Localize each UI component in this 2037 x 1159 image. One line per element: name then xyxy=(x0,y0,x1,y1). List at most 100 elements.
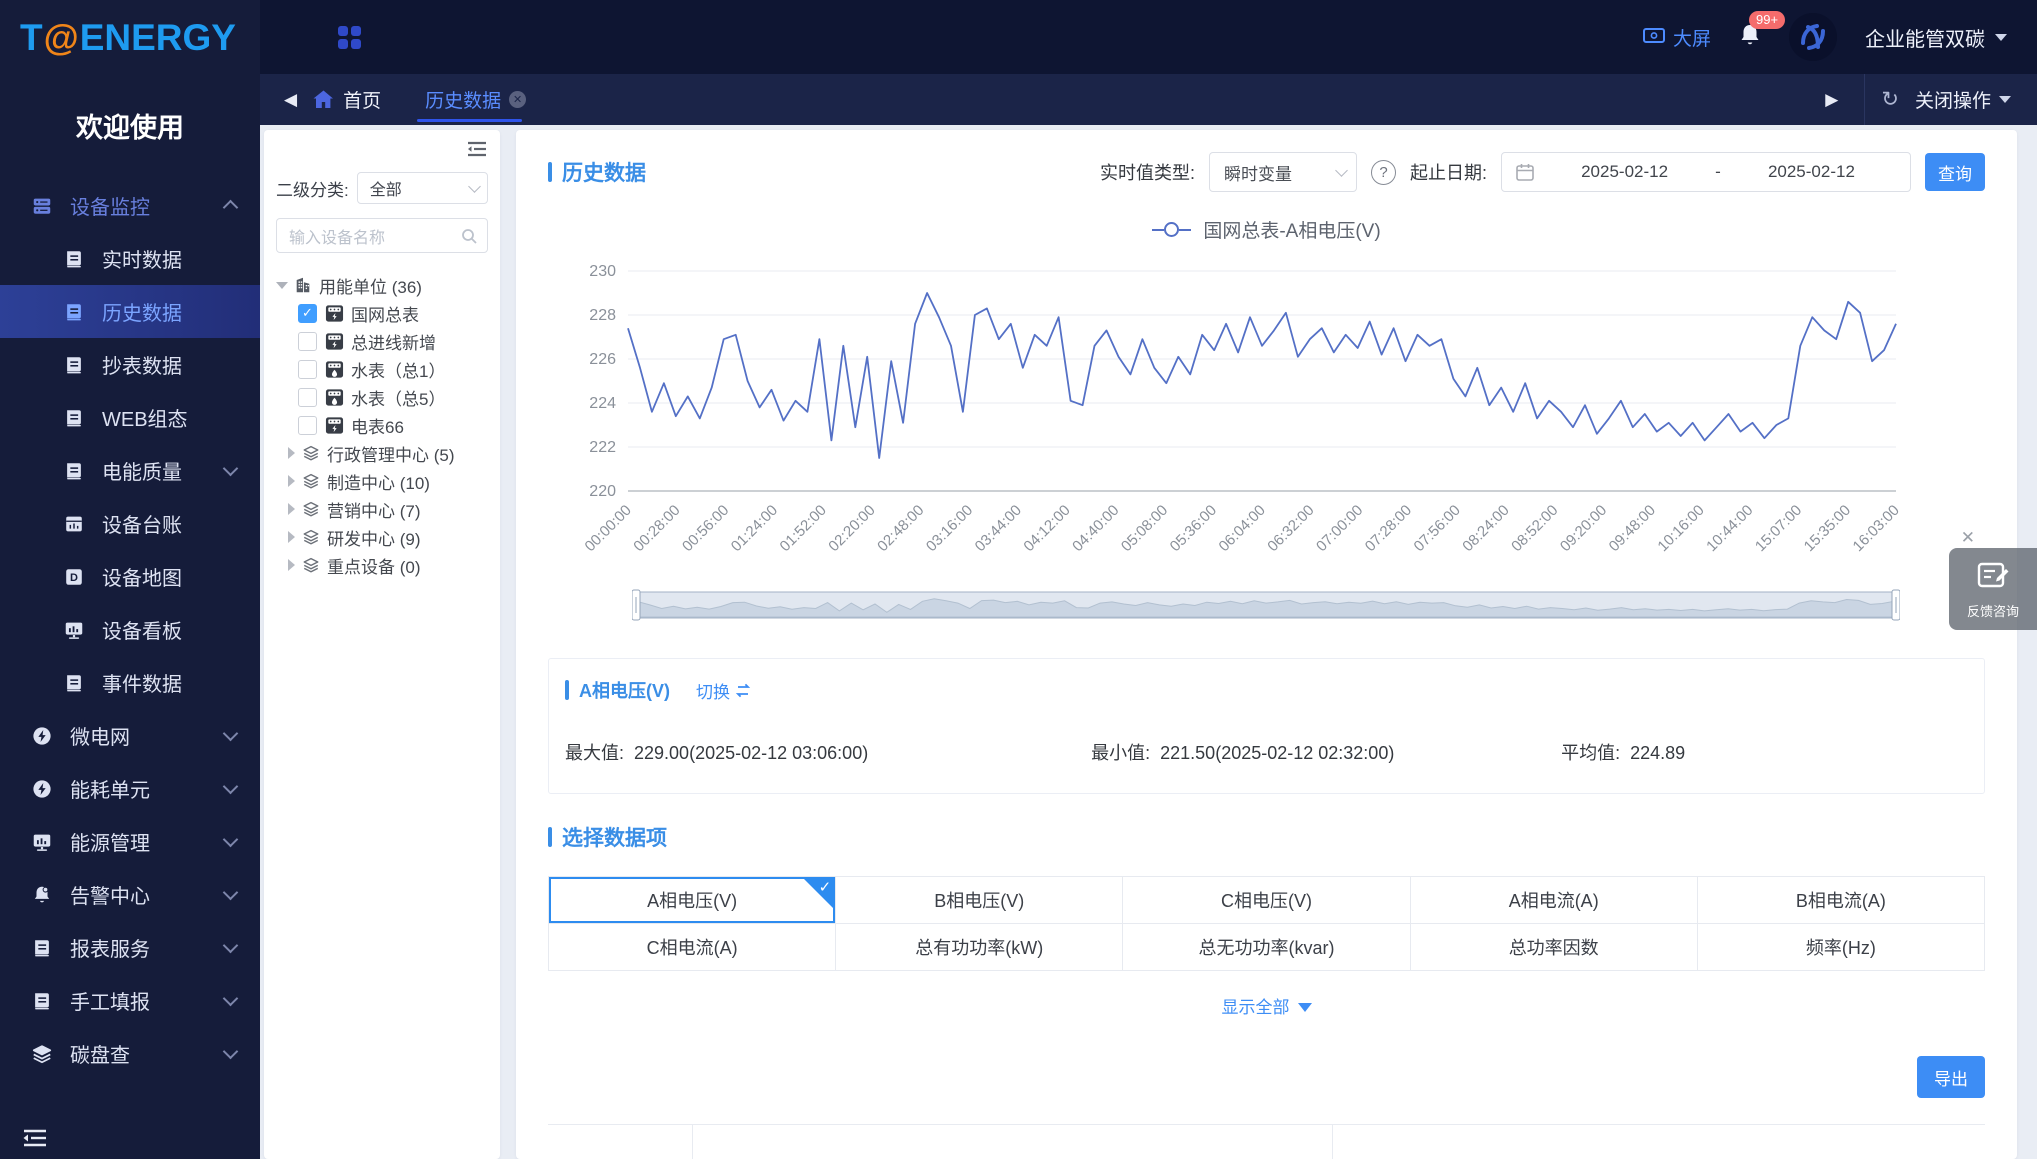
sidebar-collapse-icon[interactable] xyxy=(22,1127,48,1149)
data-item-cell-9[interactable]: 频率(Hz)✓ xyxy=(1698,924,1985,971)
book-icon xyxy=(30,936,54,960)
svg-text:09:20:00: 09:20:00 xyxy=(1557,502,1610,555)
tab-strip: ◀ 首页 历史数据 ✕ ▶ ↻ 关闭操作 xyxy=(260,74,2037,125)
notification-badge: 99+ xyxy=(1749,11,1785,29)
data-item-cell-2[interactable]: C相电压(V)✓ xyxy=(1123,877,1410,924)
svg-text:224: 224 xyxy=(589,395,616,412)
data-item-cell-7[interactable]: 总无功功率(kvar)✓ xyxy=(1123,924,1410,971)
chevron-down-icon xyxy=(223,779,239,795)
switch-metric-link[interactable]: 切换 xyxy=(696,678,751,703)
sidebar: T@ENERGY 欢迎使用 设备监控实时数据历史数据抄表数据WEB组态电能质量设… xyxy=(0,0,260,1159)
svg-text:00:56:00: 00:56:00 xyxy=(679,502,732,555)
data-item-cell-1[interactable]: B相电压(V)✓ xyxy=(836,877,1123,924)
close-operations-dropdown[interactable]: 关闭操作 xyxy=(1915,86,2011,113)
layers-icon xyxy=(302,444,320,462)
device-search-placeholder: 输入设备名称 xyxy=(289,224,461,248)
sidebar-item-11[interactable]: 能耗单元 xyxy=(0,762,260,815)
org-switcher[interactable]: 企业能管双碳 xyxy=(1865,23,2007,52)
caret-right-icon xyxy=(288,447,295,459)
help-icon[interactable]: ? xyxy=(1371,160,1396,185)
tabs-back-arrow[interactable]: ◀ xyxy=(284,90,297,110)
data-item-cell-0[interactable]: A相电压(V)✓ xyxy=(549,877,836,924)
tree-device-row-4[interactable]: 电表66 xyxy=(276,411,488,439)
sidebar-item-2[interactable]: 历史数据 xyxy=(0,285,260,338)
app-grid-icon[interactable] xyxy=(338,26,361,49)
data-item-cell-6[interactable]: 总有功功率(kW)✓ xyxy=(836,924,1123,971)
sidebar-item-3[interactable]: 抄表数据 xyxy=(0,338,260,391)
sidebar-item-12[interactable]: 能源管理 xyxy=(0,815,260,868)
sidebar-item-13[interactable]: 告警中心 xyxy=(0,868,260,921)
realtime-type-select[interactable]: 瞬时变量 xyxy=(1209,152,1357,192)
sidebar-item-0[interactable]: 设备监控 xyxy=(0,179,260,232)
tree-group-row-0[interactable]: 行政管理中心 (5) xyxy=(276,439,488,467)
data-item-cell-8[interactable]: 总功率因数✓ xyxy=(1411,924,1698,971)
sidebar-item-label: 设备台账 xyxy=(102,509,182,538)
tree-root-node[interactable]: 用能单位 (36) xyxy=(276,271,488,299)
tree-group-row-2[interactable]: 营销中心 (7) xyxy=(276,495,488,523)
date-range-picker[interactable]: 2025-02-12 - 2025-02-12 xyxy=(1501,152,1911,192)
group-label: 营销中心 (7) xyxy=(327,497,421,522)
sidebar-item-1[interactable]: 实时数据 xyxy=(0,232,260,285)
tree-group-row-1[interactable]: 制造中心 (10) xyxy=(276,467,488,495)
query-button[interactable]: 查询 xyxy=(1925,153,1985,191)
tree-device-row-0[interactable]: ✓ 国网总表 xyxy=(276,299,488,327)
caret-right-icon xyxy=(288,475,295,487)
refresh-icon[interactable]: ↻ xyxy=(1881,87,1899,112)
tree-group-row-3[interactable]: 研发中心 (9) xyxy=(276,523,488,551)
device-checkbox[interactable] xyxy=(298,388,317,407)
data-item-label: 总有功功率(kW) xyxy=(915,934,1043,960)
sidebar-menu: 设备监控实时数据历史数据抄表数据WEB组态电能质量设备台账 D设备地图设备看板事件… xyxy=(0,179,260,1080)
sidebar-item-label: 手工填报 xyxy=(70,986,150,1015)
device-checkbox[interactable]: ✓ xyxy=(298,304,317,323)
sidebar-item-7[interactable]: D设备地图 xyxy=(0,550,260,603)
sidebar-item-14[interactable]: 报表服务 xyxy=(0,921,260,974)
device-search-input[interactable]: 输入设备名称 xyxy=(276,218,488,253)
device-label: 水表（总5） xyxy=(351,385,445,410)
data-item-label: 频率(Hz) xyxy=(1806,934,1876,960)
home-tab[interactable]: 首页 xyxy=(313,86,381,113)
svg-text:06:04:00: 06:04:00 xyxy=(1216,502,1269,555)
sidebar-item-10[interactable]: 微电网 xyxy=(0,709,260,762)
chart-legend[interactable]: 国网总表-A相电压(V) xyxy=(548,216,1985,243)
sidebar-item-16[interactable]: 碳盘查 xyxy=(0,1027,260,1080)
data-item-label: B相电流(A) xyxy=(1796,887,1886,913)
tree-device-row-2[interactable]: 水表（总1） xyxy=(276,355,488,383)
feedback-widget[interactable]: 反馈咨询 xyxy=(1949,548,2037,630)
logo-text: T xyxy=(20,17,43,59)
caret-right-icon xyxy=(288,559,295,571)
panel-collapse-icon[interactable] xyxy=(466,140,488,163)
datazoom-slider[interactable] xyxy=(632,589,1900,623)
layers-icon xyxy=(302,472,320,490)
show-all-link[interactable]: 显示全部 xyxy=(548,993,1985,1018)
data-item-cell-4[interactable]: B相电流(A)✓ xyxy=(1698,877,1985,924)
data-item-cell-5[interactable]: C相电流(A)✓ xyxy=(549,924,836,971)
notification-bell-button[interactable]: 99+ xyxy=(1739,23,1761,52)
chevron-down-icon xyxy=(223,1044,239,1060)
tree-group-row-4[interactable]: 重点设备 (0) xyxy=(276,551,488,579)
sidebar-item-6[interactable]: 设备台账 xyxy=(0,497,260,550)
tabs-forward-arrow[interactable]: ▶ xyxy=(1825,90,1838,110)
category-select[interactable]: 全部 xyxy=(357,172,488,204)
tab-history-data[interactable]: 历史数据 ✕ xyxy=(415,74,536,125)
data-item-cell-3[interactable]: A相电流(A)✓ xyxy=(1411,877,1698,924)
sidebar-item-15[interactable]: 手工填报 xyxy=(0,974,260,1027)
sidebar-item-4[interactable]: WEB组态 xyxy=(0,391,260,444)
chevron-down-icon xyxy=(223,726,239,742)
screen-icon xyxy=(1643,28,1665,46)
avatar[interactable] xyxy=(1789,13,1837,61)
feedback-close-icon[interactable]: ✕ xyxy=(1961,528,1975,548)
sidebar-item-8[interactable]: 设备看板 xyxy=(0,603,260,656)
tree-device-row-3[interactable]: 水表（总5） xyxy=(276,383,488,411)
device-checkbox[interactable] xyxy=(298,360,317,379)
chevron-down-icon xyxy=(468,180,481,193)
book-icon xyxy=(62,459,86,483)
export-button[interactable]: 导出 xyxy=(1917,1056,1985,1098)
device-checkbox[interactable] xyxy=(298,332,317,351)
sidebar-item-9[interactable]: 事件数据 xyxy=(0,656,260,709)
big-screen-button[interactable]: 大屏 xyxy=(1643,24,1711,51)
sidebar-item-5[interactable]: 电能质量 xyxy=(0,444,260,497)
tab-close-icon[interactable]: ✕ xyxy=(509,91,526,108)
tree-device-row-1[interactable]: 总进线新增 xyxy=(276,327,488,355)
date-start-value: 2025-02-12 xyxy=(1540,162,1709,182)
device-checkbox[interactable] xyxy=(298,416,317,435)
